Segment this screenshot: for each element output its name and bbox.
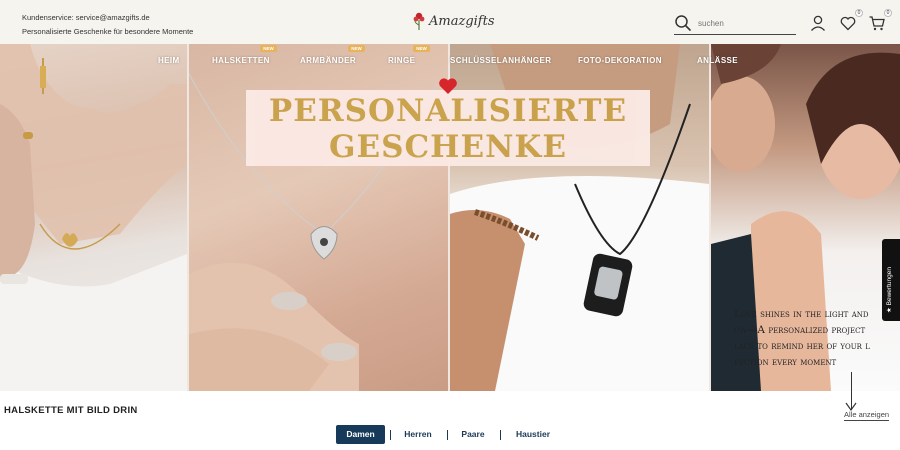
new-badge: NEW	[348, 45, 365, 52]
new-badge: NEW	[260, 45, 277, 52]
tab-damen[interactable]: Damen	[336, 425, 385, 444]
main-nav: HEIM HALSKETTEN NEW ARMBÄNDER NEW RINGE …	[150, 45, 750, 70]
heart-icon	[840, 16, 856, 31]
nav-item-anlaesse[interactable]: ANLÄSSE	[697, 56, 738, 65]
top-header: Kundenservice: service@amazgifts.de Pers…	[0, 0, 900, 44]
hero-title-line1: PERSONALISIERTE	[268, 93, 628, 129]
view-all-link[interactable]: Alle anzeigen	[844, 410, 890, 421]
cart-icon	[869, 16, 885, 31]
reviews-tab-label: ★ Bewertungen	[886, 267, 893, 313]
tab-herren[interactable]: Herren	[396, 425, 440, 444]
hero-photo-woman-wing-necklace	[0, 44, 187, 391]
nav-item-ringe[interactable]: RINGE	[388, 56, 415, 65]
nav-item-armbaender[interactable]: ARMBÄNDER	[300, 56, 356, 65]
page: Kundenservice: service@amazgifts.de Pers…	[0, 0, 900, 450]
tab-divider	[500, 430, 501, 440]
heart-icon	[439, 78, 457, 94]
new-badge: NEW	[413, 45, 430, 52]
customer-service-text[interactable]: Kundenservice: service@amazgifts.de	[22, 13, 150, 22]
section-title: HALSKETTE MIT BILD DRIN	[4, 405, 138, 416]
tab-haustier[interactable]: Haustier	[506, 425, 560, 444]
tab-paare[interactable]: Paare	[453, 425, 493, 444]
logo-text: Amazgifts	[429, 13, 495, 29]
hero-title-box: PERSONALISIERTE GESCHENKE	[246, 90, 650, 166]
search-bar[interactable]	[674, 12, 796, 35]
nav-item-schluesselanhaenger[interactable]: SCHLÜSSELANHÄNGER	[450, 56, 551, 65]
wishlist-button[interactable]: 0	[839, 9, 863, 32]
hero-banner[interactable]: HEIM HALSKETTEN NEW ARMBÄNDER NEW RINGE …	[0, 44, 900, 391]
logo-flower-icon	[413, 12, 425, 30]
hero-title-line2: GESCHENKE	[329, 129, 567, 165]
nav-item-heim[interactable]: HEIM	[158, 56, 180, 65]
tab-divider	[390, 430, 391, 440]
nav-item-halsketten[interactable]: HALSKETTEN	[212, 56, 270, 65]
cart-button[interactable]: 0	[868, 9, 892, 32]
user-icon[interactable]	[809, 14, 827, 32]
search-input[interactable]	[698, 16, 794, 30]
tagline: Personalisierte Geschenke für besondere …	[22, 27, 194, 36]
cart-count-badge: 0	[884, 9, 892, 17]
hero-side-text: Love shines in the light and ow—A person…	[734, 308, 870, 368]
wishlist-count-badge: 0	[855, 9, 863, 17]
search-icon[interactable]	[674, 14, 692, 32]
tab-divider	[447, 430, 448, 440]
reviews-tab[interactable]: ★ Bewertungen	[882, 239, 900, 321]
logo[interactable]: Amazgifts	[412, 10, 495, 32]
nav-item-foto-dekoration[interactable]: FOTO-DEKORATION	[578, 56, 662, 65]
